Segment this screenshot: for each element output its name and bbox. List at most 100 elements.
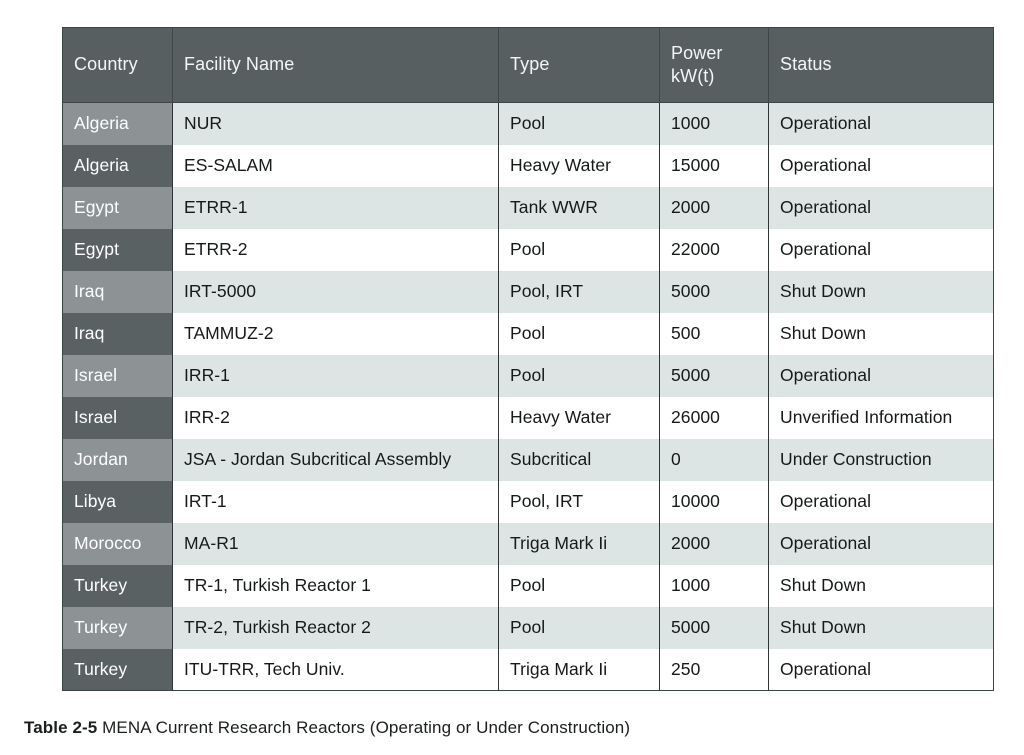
cell-type: Pool — [498, 354, 660, 397]
cell-power: 0 — [659, 438, 769, 481]
cell-type: Heavy Water — [498, 144, 660, 187]
table-row: Algeria NUR Pool 1000 Operational — [62, 102, 994, 145]
cell-power: 15000 — [659, 144, 769, 187]
cell-status: Shut Down — [768, 606, 994, 649]
cell-power: 2000 — [659, 186, 769, 229]
cell-facility: NUR — [172, 102, 499, 145]
table-row: Egypt ETRR-2 Pool 22000 Operational — [62, 228, 994, 271]
cell-status: Operational — [768, 648, 994, 691]
cell-status: Shut Down — [768, 564, 994, 607]
cell-country: Turkey — [62, 564, 173, 607]
table-caption-label: Table 2-5 — [24, 718, 98, 737]
cell-power: 5000 — [659, 270, 769, 313]
column-header-facility-name: Facility Name — [172, 27, 499, 103]
cell-power: 250 — [659, 648, 769, 691]
cell-facility: MA-R1 — [172, 522, 499, 565]
column-header-power: Power kW(t) — [659, 27, 769, 103]
cell-status: Unverified Information — [768, 396, 994, 439]
cell-type: Subcritical — [498, 438, 660, 481]
column-header-facility-name-label: Facility Name — [184, 54, 295, 75]
cell-type: Triga Mark Ii — [498, 522, 660, 565]
cell-country: Libya — [62, 480, 173, 523]
cell-facility: IRR-2 — [172, 396, 499, 439]
cell-power: 10000 — [659, 480, 769, 523]
column-header-type: Type — [498, 27, 660, 103]
table-row: Israel IRR-2 Heavy Water 26000 Unverified In… — [62, 396, 994, 439]
cell-type: Heavy Water — [498, 396, 660, 439]
cell-country: Jordan — [62, 438, 173, 481]
table-row: Libya IRT-1 Pool, IRT 10000 Operational — [62, 480, 994, 523]
cell-power: 26000 — [659, 396, 769, 439]
cell-type: Pool — [498, 606, 660, 649]
cell-facility: ETRR-2 — [172, 228, 499, 271]
cell-facility: TAMMUZ-2 — [172, 312, 499, 355]
cell-power: 22000 — [659, 228, 769, 271]
cell-country: Iraq — [62, 270, 173, 313]
table-caption: Table 2-5 MENA Current Research Reactors… — [24, 718, 630, 738]
table-page: Country Facility Name Type Power kW(t) S… — [0, 0, 1024, 755]
cell-type: Pool — [498, 102, 660, 145]
cell-status: Shut Down — [768, 312, 994, 355]
column-header-status-label: Status — [780, 54, 832, 75]
column-header-country: Country — [62, 27, 173, 103]
table-row: Turkey ITU-TRR, Tech Univ. Triga Mark Ii 25… — [62, 648, 994, 691]
cell-power: 1000 — [659, 564, 769, 607]
cell-status: Shut Down — [768, 270, 994, 313]
cell-facility: JSA - Jordan Subcritical Assembly — [172, 438, 499, 481]
table-caption-text: MENA Current Research Reactors (Operatin… — [102, 718, 631, 737]
cell-type: Pool, IRT — [498, 270, 660, 313]
table-row: Iraq IRT-5000 Pool, IRT 5000 Shut Down — [62, 270, 994, 313]
column-header-power-label-line2: kW(t) — [671, 66, 715, 86]
cell-type: Pool — [498, 312, 660, 355]
cell-power: 2000 — [659, 522, 769, 565]
cell-facility: ITU-TRR, Tech Univ. — [172, 648, 499, 691]
cell-facility: TR-1, Turkish Reactor 1 — [172, 564, 499, 607]
cell-facility: ES-SALAM — [172, 144, 499, 187]
table-row: Iraq TAMMUZ-2 Pool 500 Shut Down — [62, 312, 994, 355]
cell-facility: IRT-1 — [172, 480, 499, 523]
cell-type: Pool, IRT — [498, 480, 660, 523]
cell-power: 5000 — [659, 606, 769, 649]
cell-country: Egypt — [62, 228, 173, 271]
table-row: Israel IRR-1 Pool 5000 Operational — [62, 354, 994, 397]
cell-country: Morocco — [62, 522, 173, 565]
cell-status: Operational — [768, 186, 994, 229]
cell-type: Tank WWR — [498, 186, 660, 229]
cell-type: Pool — [498, 228, 660, 271]
cell-country: Egypt — [62, 186, 173, 229]
column-header-type-label: Type — [510, 54, 550, 75]
cell-country: Algeria — [62, 102, 173, 145]
cell-type: Pool — [498, 564, 660, 607]
column-header-power-label-line1: Power — [671, 42, 723, 63]
table-header: Country Facility Name Type Power kW(t) S… — [62, 27, 994, 103]
cell-power: 500 — [659, 312, 769, 355]
table-row: Turkey TR-2, Turkish Reactor 2 Pool 5000 Shu… — [62, 606, 994, 649]
reactors-table: Country Facility Name Type Power kW(t) S… — [62, 27, 994, 691]
cell-status: Operational — [768, 522, 994, 565]
cell-facility: IRR-1 — [172, 354, 499, 397]
cell-power: 1000 — [659, 102, 769, 145]
table-container: Country Facility Name Type Power kW(t) S… — [62, 27, 994, 691]
column-header-country-label: Country — [74, 54, 138, 75]
cell-facility: TR-2, Turkish Reactor 2 — [172, 606, 499, 649]
cell-country: Israel — [62, 396, 173, 439]
cell-status: Operational — [768, 102, 994, 145]
table-row: Morocco MA-R1 Triga Mark Ii 2000 Operational — [62, 522, 994, 565]
cell-country: Turkey — [62, 648, 173, 691]
table-row: Turkey TR-1, Turkish Reactor 1 Pool 1000 Shu… — [62, 564, 994, 607]
table-row: Algeria ES-SALAM Heavy Water 15000 Operation… — [62, 144, 994, 187]
cell-status: Operational — [768, 480, 994, 523]
table-header-row: Country Facility Name Type Power kW(t) S… — [62, 27, 994, 103]
cell-country: Turkey — [62, 606, 173, 649]
cell-country: Algeria — [62, 144, 173, 187]
cell-country: Israel — [62, 354, 173, 397]
column-header-status: Status — [768, 27, 994, 103]
cell-country: Iraq — [62, 312, 173, 355]
cell-type: Triga Mark Ii — [498, 648, 660, 691]
cell-power: 5000 — [659, 354, 769, 397]
table-row: Egypt ETRR-1 Tank WWR 2000 Operational — [62, 186, 994, 229]
table-row: Jordan JSA - Jordan Subcritical Assembly S… — [62, 438, 994, 481]
cell-status: Under Construction — [768, 438, 994, 481]
cell-facility: IRT-5000 — [172, 270, 499, 313]
table-body: Algeria NUR Pool 1000 Operational Algeria ES-S… — [62, 102, 994, 691]
